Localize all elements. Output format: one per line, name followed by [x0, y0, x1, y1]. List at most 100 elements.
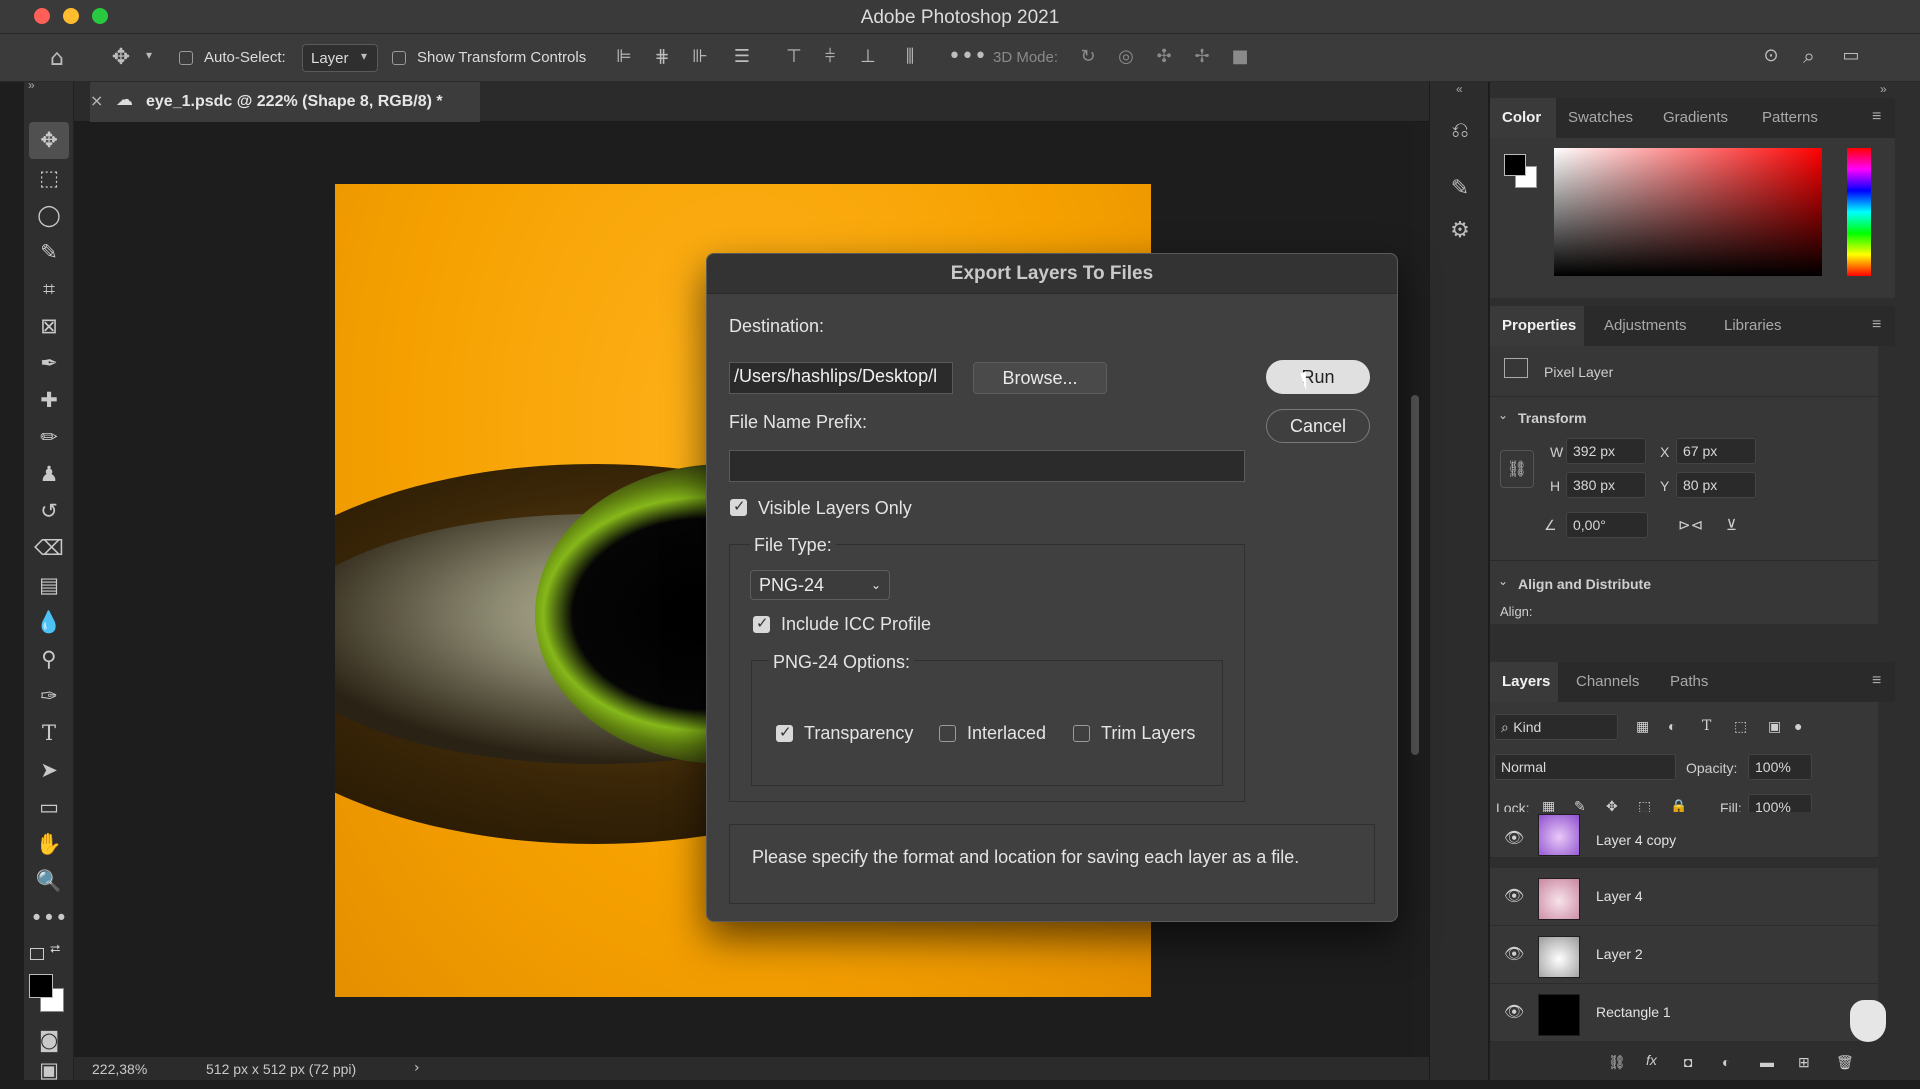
- panel-menu-icon[interactable]: ≡: [1872, 316, 1881, 334]
- panel-menu-icon[interactable]: ≡: [1872, 672, 1881, 690]
- pen-tool[interactable]: ✑: [24, 678, 74, 715]
- swap-colors-icon[interactable]: ⮂: [50, 942, 60, 957]
- browse-button[interactable]: Browse...: [973, 362, 1107, 394]
- visibility-eye-icon[interactable]: 👁: [1504, 1002, 1524, 1021]
- hand-tool[interactable]: ✋: [24, 826, 74, 863]
- close-tab-icon[interactable]: ×: [90, 91, 103, 110]
- trim-layers-checkbox[interactable]: [1073, 725, 1090, 742]
- x-field[interactable]: 67 px: [1676, 438, 1756, 464]
- quick-selection-tool[interactable]: ✎: [24, 234, 74, 271]
- height-field[interactable]: 380 px: [1566, 472, 1646, 498]
- dodge-tool[interactable]: ⚲: [24, 641, 74, 678]
- filter-adjustment-icon[interactable]: ◐: [1668, 718, 1676, 734]
- align-distribute-heading[interactable]: Align and Distribute: [1518, 576, 1651, 592]
- align-bottom-icon[interactable]: ⊥: [856, 46, 880, 67]
- clone-stamp-tool[interactable]: ♟: [24, 456, 74, 493]
- layer-row[interactable]: 👁 Rectangle 1: [1490, 984, 1878, 1042]
- destination-field[interactable]: /Users/hashlips/Desktop/l: [729, 362, 953, 394]
- video-camera-icon[interactable]: ■: [1228, 46, 1252, 67]
- visible-layers-only-checkbox[interactable]: [730, 497, 747, 516]
- y-field[interactable]: 80 px: [1676, 472, 1756, 498]
- distribute-vertical-icon[interactable]: ⫼: [898, 46, 922, 67]
- fx-icon[interactable]: fx: [1646, 1052, 1657, 1068]
- history-panel-icon[interactable]: ⎌: [1446, 118, 1474, 143]
- blur-tool[interactable]: 💧: [24, 604, 74, 641]
- move-tool[interactable]: ✥: [29, 122, 69, 159]
- lasso-tool[interactable]: ◯: [24, 197, 74, 234]
- zoom-level[interactable]: 222,38%: [92, 1061, 147, 1077]
- foreground-swatch[interactable]: [1504, 154, 1526, 176]
- home-icon[interactable]: ⌂: [44, 46, 70, 71]
- document-tab[interactable]: × ☁ eye_1.psdc @ 222% (Shape 8, RGB/8) *: [90, 82, 480, 122]
- new-group-icon[interactable]: ▬: [1760, 1054, 1774, 1070]
- collapse-tools-icon[interactable]: »: [28, 78, 35, 92]
- tab-color[interactable]: Color: [1502, 109, 1541, 126]
- link-layers-icon[interactable]: ⛓: [1608, 1054, 1626, 1071]
- cancel-button[interactable]: Cancel: [1266, 409, 1370, 443]
- tab-adjustments[interactable]: Adjustments: [1604, 317, 1687, 334]
- width-field[interactable]: 392 px: [1566, 438, 1646, 464]
- edit-toolbar-icon[interactable]: •••: [24, 900, 74, 937]
- move-tool-icon[interactable]: ✥: [108, 45, 134, 70]
- vertical-scrollbar[interactable]: [1411, 395, 1419, 755]
- default-colors-icon[interactable]: [30, 948, 44, 960]
- angle-field[interactable]: 0,00°: [1566, 512, 1648, 538]
- align-left-icon[interactable]: ⊫: [612, 46, 636, 67]
- screen-mode-icon[interactable]: ▣: [24, 1052, 74, 1089]
- share-icon[interactable]: ⊙: [1758, 45, 1784, 66]
- slide-3d-icon[interactable]: ✢: [1190, 46, 1214, 67]
- roll-3d-icon[interactable]: ◎: [1114, 46, 1138, 67]
- show-transform-checkbox[interactable]: [392, 51, 406, 65]
- rectangle-tool[interactable]: ▭: [24, 789, 74, 826]
- tab-swatches[interactable]: Swatches: [1568, 109, 1633, 126]
- filter-type-icon[interactable]: T: [1702, 718, 1711, 734]
- history-brush-tool[interactable]: ↺: [24, 493, 74, 530]
- crop-tool[interactable]: ⌗: [24, 271, 74, 308]
- tab-properties[interactable]: Properties: [1502, 317, 1576, 334]
- chevron-down-icon[interactable]: ⌄: [1498, 408, 1508, 422]
- zoom-tool[interactable]: 🔍: [24, 863, 74, 900]
- add-mask-icon[interactable]: ◘: [1684, 1054, 1692, 1070]
- tab-patterns[interactable]: Patterns: [1762, 109, 1818, 126]
- layer-row[interactable]: 👁 Layer 2: [1490, 926, 1878, 984]
- type-tool[interactable]: T: [24, 715, 74, 752]
- align-middle-icon[interactable]: ⫩: [818, 46, 842, 67]
- filter-pixel-icon[interactable]: ▦: [1636, 718, 1649, 735]
- tab-gradients[interactable]: Gradients: [1663, 109, 1728, 126]
- panel-menu-icon[interactable]: ≡: [1872, 108, 1881, 126]
- include-icc-checkbox[interactable]: [753, 614, 770, 633]
- visibility-eye-icon[interactable]: 👁: [1504, 886, 1524, 905]
- tab-paths[interactable]: Paths: [1670, 673, 1708, 690]
- chevron-right-icon[interactable]: ›: [414, 1060, 420, 1076]
- pan-3d-icon[interactable]: ✣: [1152, 46, 1176, 67]
- align-top-icon[interactable]: ⊤: [782, 46, 806, 67]
- auto-select-checkbox[interactable]: [179, 51, 193, 65]
- marquee-tool[interactable]: ⬚: [24, 160, 74, 197]
- frame-tool[interactable]: ⊠: [24, 308, 74, 345]
- file-prefix-field[interactable]: [729, 450, 1245, 482]
- distribute-icon[interactable]: ☰: [730, 46, 754, 67]
- path-selection-tool[interactable]: ➤: [24, 752, 74, 789]
- filter-shape-icon[interactable]: ⬚: [1734, 718, 1747, 735]
- visibility-eye-icon[interactable]: 👁: [1504, 944, 1524, 963]
- eyedropper-tool[interactable]: ✒: [24, 345, 74, 382]
- brush-tool[interactable]: ✏: [24, 419, 74, 456]
- file-type-dropdown[interactable]: PNG-24 ⌄: [750, 570, 890, 600]
- trash-icon[interactable]: 🗑: [1836, 1054, 1854, 1071]
- tab-layers[interactable]: Layers: [1502, 673, 1550, 690]
- brush-settings-icon[interactable]: ✎: [1446, 176, 1474, 201]
- run-button[interactable]: Run: [1266, 360, 1370, 394]
- flip-horizontal-icon[interactable]: ⊳⊲: [1678, 516, 1703, 534]
- adjustments-sliders-icon[interactable]: ⚙: [1446, 218, 1474, 243]
- adjustment-layer-icon[interactable]: ◐: [1722, 1054, 1730, 1070]
- blend-mode-dropdown[interactable]: Normal: [1494, 754, 1676, 780]
- align-right-icon[interactable]: ⊪: [688, 46, 712, 67]
- eraser-tool[interactable]: ⌫: [24, 530, 74, 567]
- filter-smart-object-icon[interactable]: ▣: [1768, 718, 1781, 735]
- layer-row[interactable]: 👁 Layer 4: [1490, 868, 1878, 926]
- collapse-right-icon[interactable]: »: [1880, 82, 1887, 96]
- align-center-icon[interactable]: ⋕: [650, 46, 674, 67]
- visibility-eye-icon[interactable]: 👁: [1504, 828, 1524, 847]
- layer-row[interactable]: 👁 Layer 4 copy: [1490, 812, 1878, 858]
- orbit-3d-icon[interactable]: ↻: [1076, 46, 1100, 67]
